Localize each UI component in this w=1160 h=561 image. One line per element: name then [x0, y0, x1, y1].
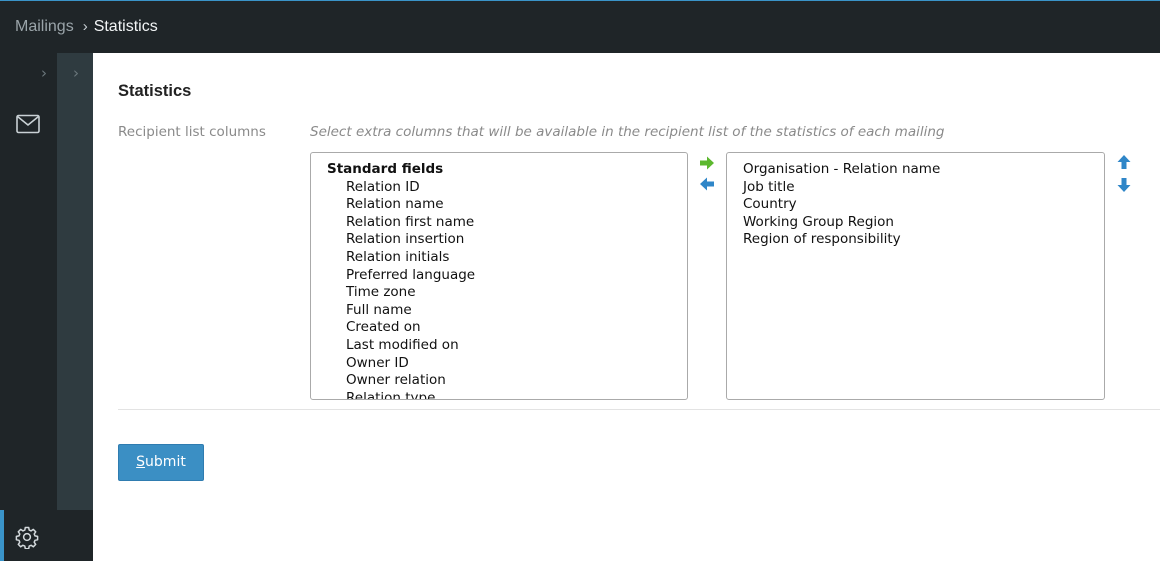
- page-title: Statistics: [118, 82, 192, 100]
- sub-nav-rail: [57, 53, 93, 561]
- top-bar: Mailings › Statistics: [0, 0, 1160, 53]
- gear-icon: [15, 526, 39, 549]
- arrow-down-icon[interactable]: [1116, 177, 1132, 193]
- available-option[interactable]: Created on: [327, 319, 687, 337]
- selected-option[interactable]: Country: [743, 196, 1104, 214]
- arrow-up-icon[interactable]: [1116, 154, 1132, 170]
- available-columns-list[interactable]: Standard fields Relation ID Relation name…: [310, 152, 688, 400]
- selected-option[interactable]: Working Group Region: [743, 214, 1104, 232]
- settings-nav-item[interactable]: [0, 510, 93, 561]
- recipient-columns-label: Recipient list columns: [118, 124, 266, 140]
- available-option[interactable]: Relation insertion: [327, 231, 687, 249]
- available-option[interactable]: Owner relation: [327, 372, 687, 390]
- available-option[interactable]: Time zone: [327, 284, 687, 302]
- available-option[interactable]: Relation ID: [327, 179, 687, 197]
- available-option[interactable]: Preferred language: [327, 267, 687, 285]
- selected-option[interactable]: Job title: [743, 179, 1104, 197]
- arrow-right-icon[interactable]: [699, 155, 715, 171]
- recipient-columns-hint: Select extra columns that will be availa…: [310, 124, 945, 140]
- expand-nav-chevron-icon[interactable]: ›: [41, 64, 47, 82]
- expand-subnav-chevron-icon[interactable]: ›: [73, 64, 79, 82]
- submit-accesskey: S: [136, 454, 146, 470]
- available-option[interactable]: Last modified on: [327, 337, 687, 355]
- breadcrumb-current: Statistics: [93, 18, 158, 35]
- available-option[interactable]: Relation name: [327, 196, 687, 214]
- available-option[interactable]: Relation first name: [327, 214, 687, 232]
- submit-label: ubmit: [145, 454, 186, 470]
- selected-option[interactable]: Region of responsibility: [743, 231, 1104, 249]
- available-option[interactable]: Relation type: [327, 390, 687, 399]
- submit-button[interactable]: Submit: [118, 444, 204, 481]
- available-option[interactable]: Relation initials: [327, 249, 687, 267]
- form-divider: [118, 409, 1160, 410]
- breadcrumb-mailings-link[interactable]: Mailings: [15, 18, 74, 35]
- arrow-left-icon[interactable]: [699, 176, 715, 192]
- selected-columns-list[interactable]: Organisation - Relation name Job title Cou…: [726, 152, 1105, 400]
- selected-option[interactable]: Organisation - Relation name: [743, 161, 1104, 179]
- breadcrumb-separator: ›: [82, 18, 88, 35]
- active-indicator: [0, 510, 4, 561]
- option-group-standard-fields: Standard fields: [327, 161, 444, 177]
- available-option[interactable]: Owner ID: [327, 355, 687, 373]
- envelope-icon[interactable]: [16, 114, 40, 134]
- available-option[interactable]: Full name: [327, 302, 687, 320]
- breadcrumb: Mailings › Statistics: [15, 18, 158, 36]
